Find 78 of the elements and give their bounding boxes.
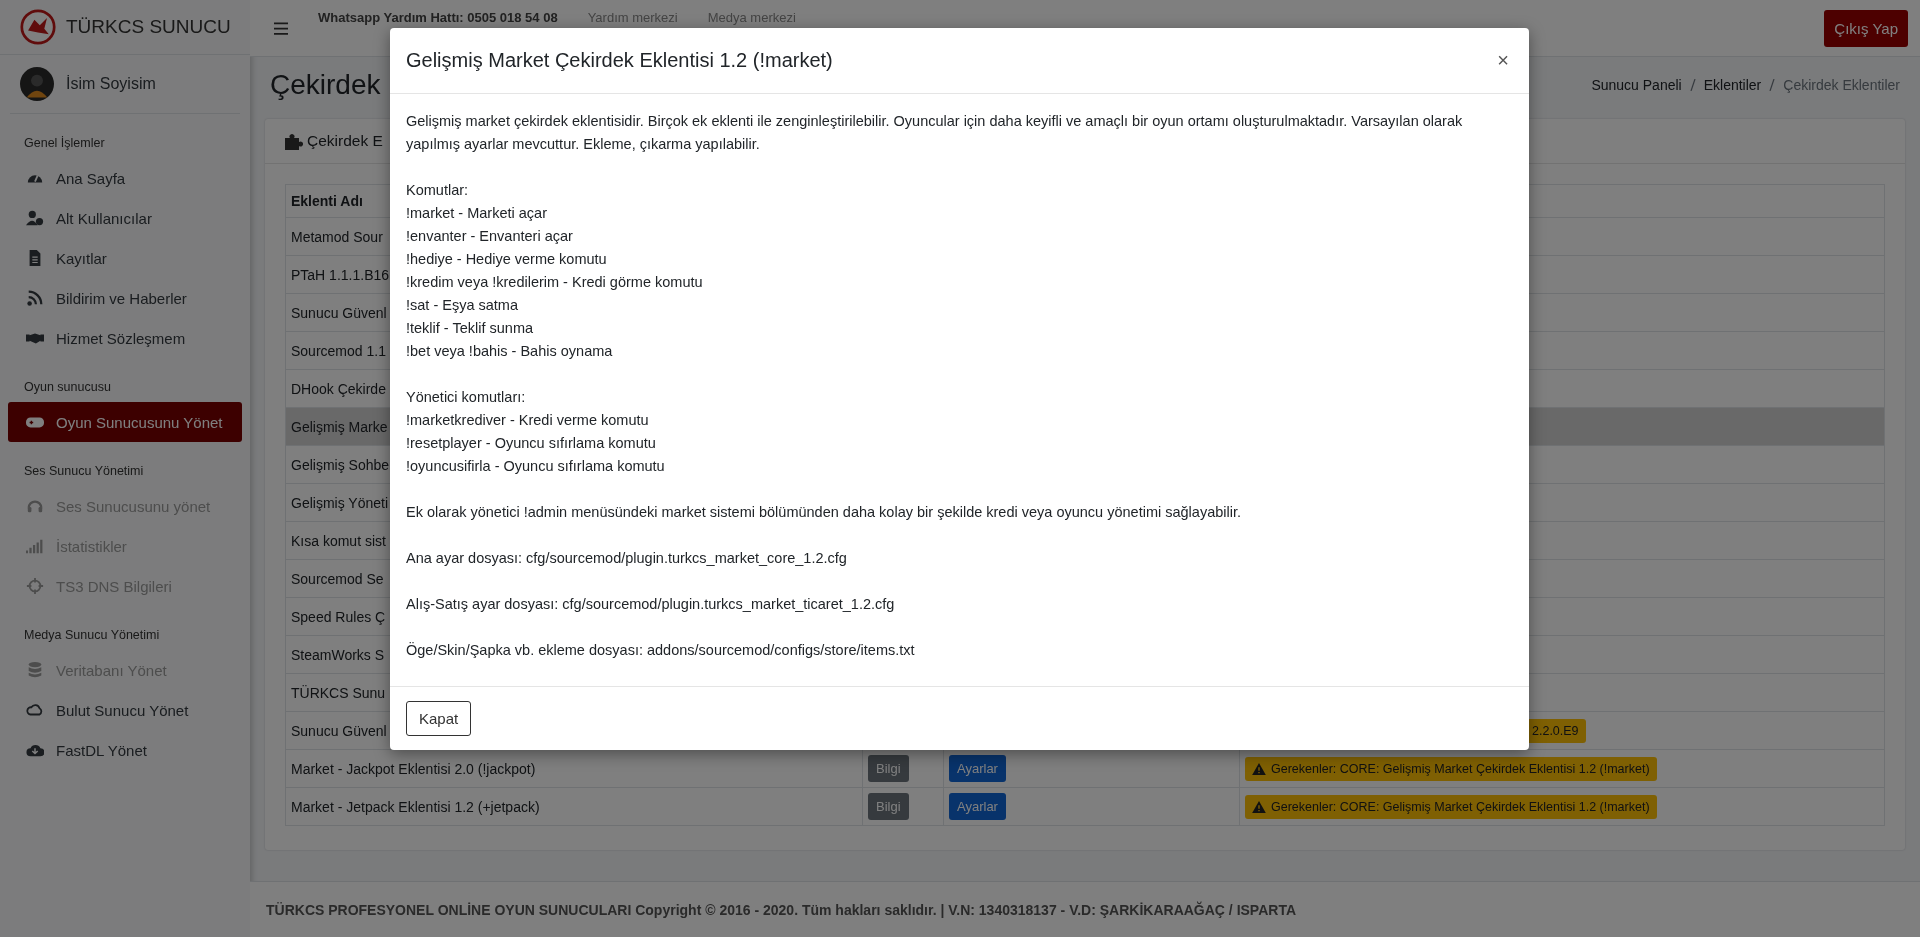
plugin-name: Kısa komut sist — [291, 532, 386, 549]
dialog-title: Gelişmiş Market Çekirdek Eklentisi 1.2 (!market) — [406, 49, 833, 72]
warning-icon — [1252, 762, 1266, 775]
description-text: !envanter - Envanteri açar — [406, 227, 574, 246]
description-text: !teklif - Teklif sunma — [406, 319, 535, 338]
description-text: !oyuncusifirla - Oyuncu sıfırlama komutu — [406, 457, 666, 476]
info-button[interactable]: Bilgi — [868, 793, 909, 820]
section-heading: Genel İşlemler — [23, 135, 106, 152]
description-text: !marketkrediver - Kredi verme komutu — [406, 411, 650, 430]
info-button[interactable]: Bilgi — [868, 755, 909, 782]
description-text: !bet veya !bahis - Bahis oynama — [406, 342, 614, 361]
brand-name: TÜRKCS SUNUCU — [66, 16, 231, 38]
sidebar-item[interactable]: Bulut Sunucu Yönet — [8, 690, 242, 730]
requirement-badge: Gerekenler: CORE: Gelişmiş Market Çekirdek Eklentisi 1.2 (!market) — [1245, 794, 1657, 819]
section-heading: Oyun sunucusu — [23, 379, 112, 396]
description-text: Alış-Satış ayar dosyası: cfg/sourcemod/plugin.turkcs_market_ticaret_1.2.cfg — [406, 595, 896, 614]
rss-icon — [26, 289, 44, 307]
headset-icon — [26, 497, 44, 515]
bars-icon — [26, 537, 44, 555]
db-icon — [26, 661, 44, 679]
warning-icon — [1252, 800, 1266, 813]
breadcrumb-separator-icon — [1689, 79, 1696, 91]
plugin-name: Metamod Sour — [291, 228, 383, 245]
plugin-name: Speed Rules Ç — [291, 608, 386, 625]
avatar-icon — [20, 67, 54, 101]
footer-text: TÜRKCS PROFESYONEL ONLİNE OYUN SUNUCULARI Copyright © 2016 - 2020. Tüm hakları saklıdır. | V.N: 1340318137 - V.D: ŞARKİKARAAĞAÇ / ISPARTA — [250, 881, 1920, 937]
user-name: İsim Soyisim — [66, 75, 156, 93]
sidebar-item[interactable]: Oyun Sunucusunu Yönet — [8, 402, 242, 442]
sidebar-item[interactable]: Kayıtlar — [8, 238, 242, 278]
section-heading: Ses Sunucu Yönetimi — [23, 463, 145, 480]
description-text: !kredim veya !kredilerim - Kredi görme komutu — [406, 273, 704, 292]
description-text: !resetplayer - Oyuncu sıfırlama komutu — [406, 434, 657, 453]
plugin-name: Market - Jetpack Eklentisi 1.2 (+jetpack) — [291, 798, 540, 815]
breadcrumb-link[interactable]: Sunucu Paneli — [1591, 77, 1682, 93]
target-icon — [26, 577, 44, 595]
top-link[interactable]: Yardım merkezi — [587, 10, 678, 26]
logo-icon — [20, 9, 56, 45]
plugin-name: Gelişmiş Sohbe — [291, 456, 390, 473]
plugin-name: Sourcemod Se — [291, 570, 384, 587]
plugin-name: Gelişmiş Marke — [291, 418, 388, 435]
puzzle-icon — [283, 131, 303, 151]
sidebar-item[interactable]: Hizmet Sözleşmem — [8, 318, 242, 358]
user-icon — [26, 209, 44, 227]
close-dialog-button[interactable]: Kapat — [406, 701, 472, 736]
card-title: Çekirdek E — [307, 132, 383, 150]
close-button[interactable]: × — [1493, 49, 1513, 72]
plugin-name: PTaH 1.1.1.B16 — [291, 266, 390, 283]
plugin-name: DHook Çekirde — [291, 380, 386, 397]
description-text: Komutlar: — [406, 181, 470, 200]
description-text: !hediye - Hediye verme komutu — [406, 250, 608, 269]
page-title: Çekirdek — [270, 69, 381, 101]
plugin-name: Sunucu Güvenl — [291, 722, 387, 739]
breadcrumb-link[interactable]: Eklentiler — [1703, 77, 1762, 93]
plugin-name: TÜRKCS Sunu — [291, 684, 386, 701]
sidebar-item[interactable]: Ana Sayfa — [8, 158, 242, 198]
plugin-name: Sunucu Güvenl — [291, 304, 387, 321]
description-text: Öge/Skin/Şapka vb. ekleme dosyası: addons/sourcemod/configs/store/items.txt — [406, 641, 916, 660]
plugin-name: Gelişmiş Yöneti — [291, 494, 388, 511]
description-text: Ek olarak yönetici !admin menüsündeki market sistemi bölümünden daha kolay bir şekilde kredi veya oyuncu yönetimi sağlayabilir. — [406, 503, 1242, 522]
description-text: Yönetici komutları: — [406, 388, 527, 407]
requirement-badge: Gerekenler: CORE: Gelişmiş Market Çekirdek Eklentisi 1.2 (!market) — [1245, 756, 1657, 781]
description-text: Ana ayar dosyası: cfg/sourcemod/plugin.turkcs_market_core_1.2.cfg — [406, 549, 848, 568]
settings-button[interactable]: Ayarlar — [949, 755, 1006, 782]
description-text: !sat - Eşya satma — [406, 296, 519, 315]
top-link[interactable]: Whatsapp Yardım Hattı: 0505 018 54 08 — [318, 10, 558, 26]
logout-button[interactable]: Çıkış Yap — [1824, 9, 1908, 47]
breadcrumb-separator-icon — [1769, 79, 1776, 91]
menu-icon[interactable] — [274, 21, 288, 35]
sidebar-item[interactable]: Bildirim ve Haberler — [8, 278, 242, 318]
description-text: Gelişmiş market çekirdek eklentisidir. Birçok ek eklenti ile zenginleştirilebilir. Oyuncular için daha keyifli ve amaçlı bir oyun ortamı oluşturulmaktadır. Varsayılan olarak yapılmış ayarlar mevcuttur. Ekleme, çıkarma yapılabilir. — [406, 112, 1464, 154]
sidebar-item[interactable]: Alt Kullanıcılar — [8, 198, 242, 238]
plugin-name: SteamWorks S — [291, 646, 385, 663]
section-heading: Medya Sunucu Yönetimi — [23, 627, 161, 644]
top-link[interactable]: Medya merkezi — [707, 10, 796, 26]
plugin-name: Market - Jackpot Eklentisi 2.0 (!jackpot) — [291, 760, 536, 777]
settings-button[interactable]: Ayarlar — [949, 793, 1006, 820]
plugin-name: Sourcemod 1.1 — [291, 342, 386, 359]
sidebar-item[interactable]: FastDL Yönet — [8, 730, 242, 770]
